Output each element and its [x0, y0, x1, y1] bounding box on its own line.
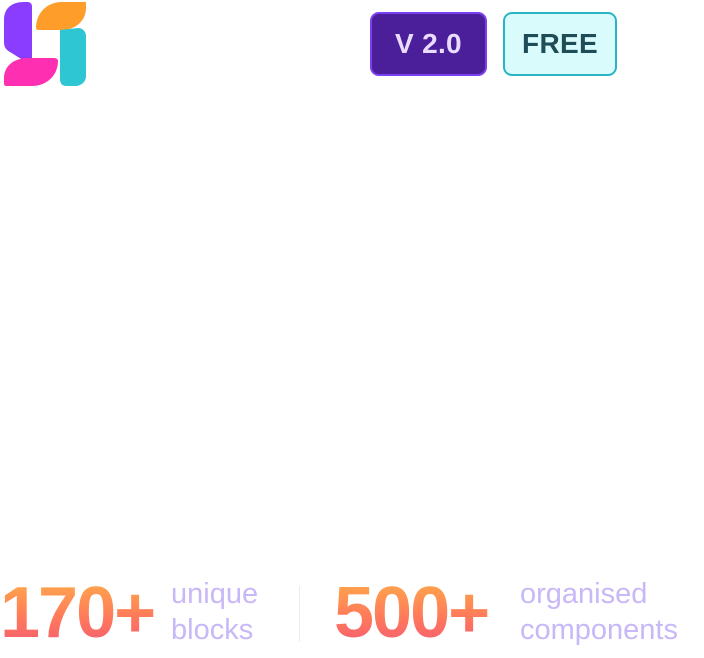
stats-row: 170+ unique blocks 500+ organised compon… — [0, 568, 704, 658]
blocks-count: 170+ — [0, 573, 156, 653]
version-badge: V 2.0 — [370, 12, 487, 76]
stats-divider — [299, 586, 300, 642]
blocks-label-line2: blocks — [171, 614, 254, 646]
brand-logo-icon — [2, 0, 88, 88]
components-label-line1: organised — [520, 578, 648, 610]
components-count: 500+ — [334, 573, 490, 653]
free-badge: FREE — [503, 12, 617, 76]
blocks-label-line1: unique — [171, 578, 259, 610]
blocks-label: unique blocks — [171, 576, 258, 648]
components-label: organised components — [520, 576, 678, 648]
components-label-line2: components — [520, 614, 678, 646]
